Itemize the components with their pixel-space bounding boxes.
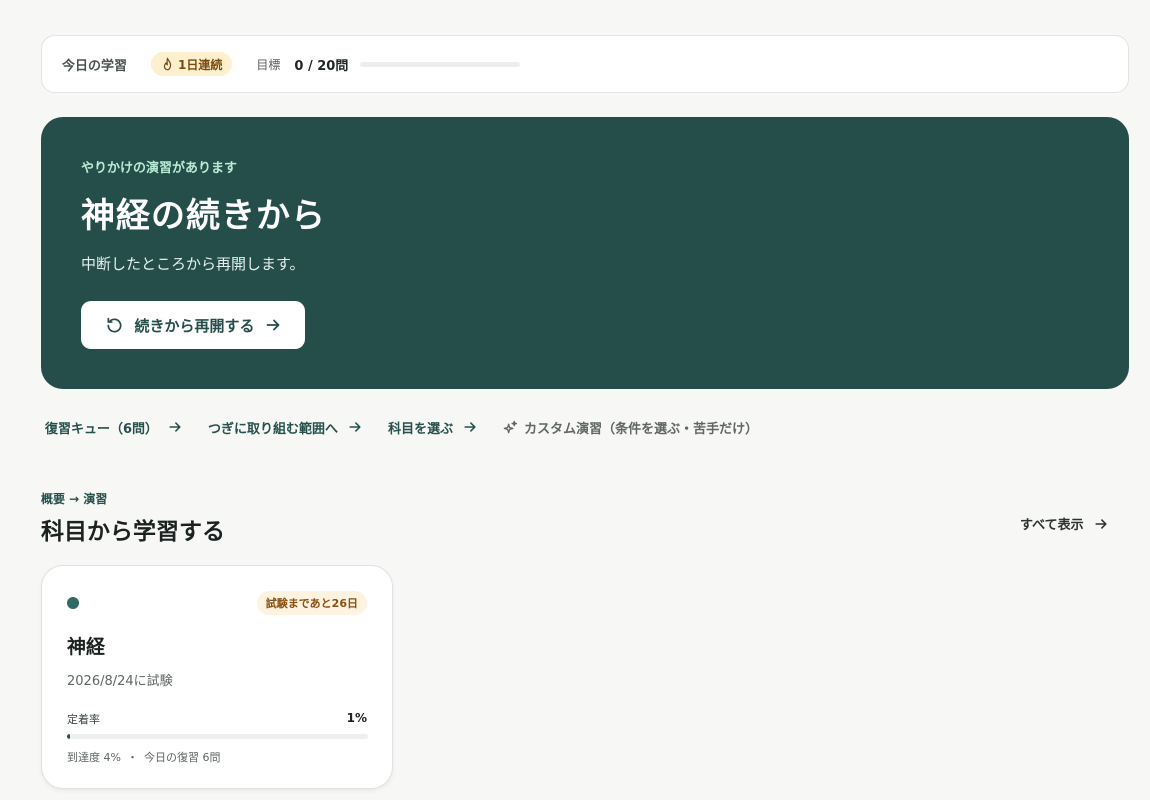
custom-practice-label: カスタム演習（条件を選ぶ・苦手だけ） — [524, 421, 759, 437]
footer-separator: ・ — [126, 751, 138, 764]
goal-value: 0 / 20問 — [294, 58, 349, 74]
arrow-right-icon — [1094, 518, 1107, 529]
retention-label: 定着率 — [67, 713, 100, 726]
goal-progress-bar — [360, 61, 521, 67]
arrow-right-icon — [169, 422, 181, 432]
exam-date: 2026/8/24に試験 — [67, 674, 173, 689]
arrow-right-icon — [266, 319, 279, 331]
mastery-text: 到達度 4% — [67, 751, 121, 764]
subject-card[interactable]: 試験まであと26日 神経 2026/8/24に試験 定着率 1% 到達度 4% … — [41, 565, 393, 789]
next-range-link[interactable]: つぎに取り組む範囲へ — [208, 418, 362, 437]
choose-subject-link[interactable]: 科目を選ぶ — [388, 418, 477, 437]
section-eyebrow: 概要 → 演習 — [41, 492, 108, 506]
retention-progress-fill — [67, 734, 70, 739]
daily-study-title: 今日の学習 — [62, 58, 128, 74]
goal-label: 目標 — [256, 57, 281, 72]
quick-links: 復習キュー（6問） つぎに取り組む範囲へ 科目を選ぶ カスタム演習（条件を選ぶ・… — [45, 416, 784, 438]
hero-description: 中断したところから再開します。 — [81, 255, 305, 273]
flame-icon — [163, 57, 172, 71]
section-title: 科目から学習する — [41, 519, 225, 545]
page: 今日の学習 1日連続 目標 0 / 20問 やりかけの演習があります 神経の続き… — [0, 0, 1150, 800]
rotate-ccw-icon — [107, 317, 122, 333]
retention-value: 1% — [346, 711, 367, 725]
retention-progress-bar — [67, 734, 368, 739]
review-queue-label: 復習キュー（6問） — [45, 421, 159, 437]
sparkles-icon — [503, 420, 518, 433]
daily-status-bar: 今日の学習 1日連続 目標 0 / 20問 — [41, 35, 1129, 93]
custom-practice-link[interactable]: カスタム演習（条件を選ぶ・苦手だけ） — [503, 418, 758, 437]
resume-button[interactable]: 続きから再開する — [81, 301, 305, 349]
streak-label: 1日連続 — [178, 57, 223, 72]
show-all-label: すべて表示 — [1020, 518, 1084, 533]
card-footer: 到達度 4% ・ 今日の復習 6問 — [67, 749, 220, 765]
subject-title: 神経 — [67, 636, 106, 658]
show-all-link[interactable]: すべて表示 — [1020, 514, 1108, 533]
resume-button-label: 続きから再開する — [134, 316, 255, 335]
subject-color-dot — [67, 597, 79, 609]
arrow-right-icon — [464, 422, 476, 432]
next-range-label: つぎに取り組む範囲へ — [208, 421, 339, 437]
exam-countdown-badge: 試験まであと26日 — [256, 591, 367, 615]
resume-hero-card: やりかけの演習があります 神経の続きから 中断したところから再開します。 続きか… — [41, 117, 1129, 389]
review-queue-link[interactable]: 復習キュー（6問） — [45, 418, 182, 437]
choose-subject-label: 科目を選ぶ — [388, 421, 454, 437]
arrow-right-icon — [349, 422, 361, 432]
hero-eyebrow: やりかけの演習があります — [81, 161, 238, 176]
streak-badge: 1日連続 — [151, 52, 233, 76]
hero-title: 神経の続きから — [81, 196, 326, 236]
today-review-text: 今日の復習 6問 — [143, 751, 221, 764]
